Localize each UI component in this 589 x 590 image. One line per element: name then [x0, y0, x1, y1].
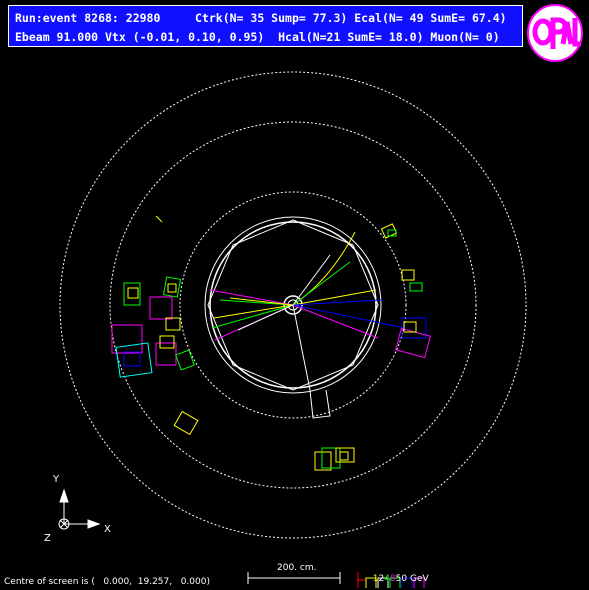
axis-label-y: Y	[52, 474, 60, 485]
calorimeter-hits-bottom	[314, 447, 355, 471]
axis-label-z: Z	[44, 533, 51, 544]
centre-of-screen-text: Centre of screen is ( 0.000, 19.257, 0.0…	[4, 577, 210, 587]
event-display: Y X Z	[44, 71, 527, 588]
scale-bar	[247, 572, 341, 584]
calorimeter-hits-left	[111, 215, 199, 436]
scale-label: 200. cm.	[277, 563, 317, 573]
energy-tick-50: 50 GeV	[395, 574, 429, 584]
axis-label-x: X	[104, 524, 111, 535]
tracks	[209, 231, 406, 419]
coordinate-axes	[58, 488, 101, 530]
energy-scale-labels: 124850 GeV	[367, 564, 429, 584]
calorimeter-hits-right	[380, 223, 431, 359]
